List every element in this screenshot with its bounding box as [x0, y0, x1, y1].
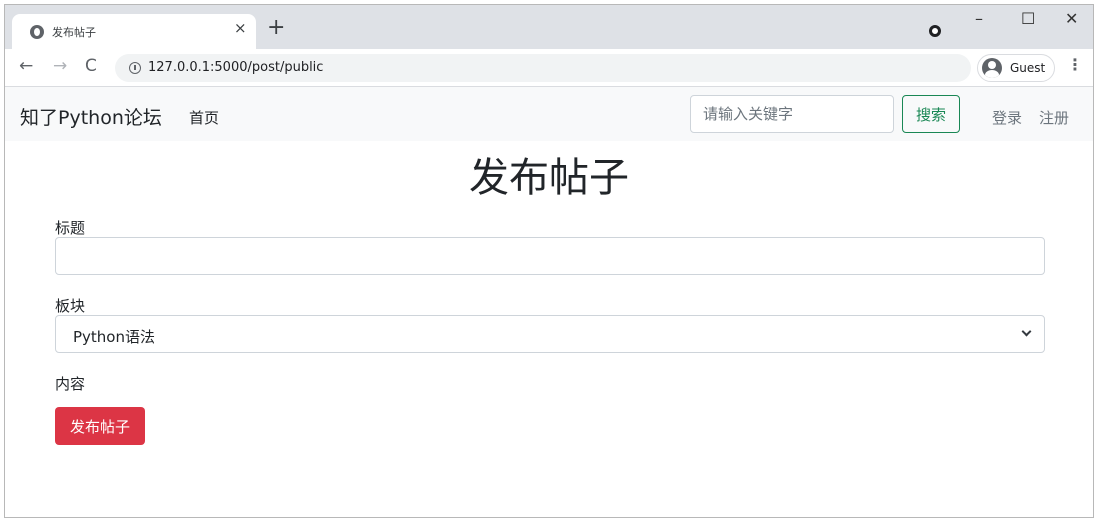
search-input[interactable]	[690, 95, 894, 133]
minimize-button[interactable]: –	[975, 11, 983, 27]
browser-window: 发布帖子 × + – ☐ ✕ ← → C 127.0.0.1:5000/post…	[4, 4, 1094, 518]
info-icon[interactable]	[129, 62, 141, 74]
search-button[interactable]: 搜索	[902, 95, 960, 133]
publish-post-button[interactable]: 发布帖子	[55, 407, 145, 445]
page-title: 发布帖子	[469, 155, 629, 201]
forward-button[interactable]: →	[53, 58, 67, 75]
title-label: 标题	[55, 219, 86, 237]
account-icon	[982, 58, 1002, 78]
board-label: 板块	[55, 297, 86, 315]
nav-home-link[interactable]: 首页	[189, 107, 219, 128]
record-icon[interactable]	[929, 25, 941, 37]
close-window-button[interactable]: ✕	[1065, 11, 1078, 27]
site-brand[interactable]: 知了Python论坛	[20, 103, 162, 130]
login-link[interactable]: 登录	[992, 107, 1022, 128]
content-label: 内容	[55, 375, 86, 393]
board-selected-value: Python语法	[73, 328, 155, 346]
url-text[interactable]: 127.0.0.1:5000/post/public	[148, 60, 323, 75]
register-link[interactable]: 注册	[1039, 107, 1069, 128]
tab-strip: 发布帖子 × + – ☐ ✕	[5, 5, 1093, 49]
profile-button[interactable]: Guest	[977, 54, 1055, 82]
chevron-down-icon	[1021, 326, 1032, 337]
title-input[interactable]	[55, 237, 1045, 275]
tab-close-icon[interactable]: ×	[234, 21, 247, 36]
reload-button[interactable]: C	[85, 58, 97, 75]
board-select[interactable]: Python语法	[55, 315, 1045, 353]
new-tab-button[interactable]: +	[267, 17, 285, 39]
address-bar[interactable]: 127.0.0.1:5000/post/public	[115, 54, 971, 82]
menu-icon[interactable]: ⋮	[1067, 57, 1083, 73]
tab-title: 发布帖子	[52, 26, 96, 39]
browser-tab[interactable]: 发布帖子 ×	[12, 14, 256, 49]
profile-label: Guest	[1010, 61, 1046, 75]
site-navbar: 知了Python论坛 首页 搜索 登录 注册	[5, 87, 1093, 141]
browser-toolbar: ← → C 127.0.0.1:5000/post/public Guest ⋮	[5, 49, 1093, 87]
back-button[interactable]: ←	[19, 58, 33, 75]
maximize-button[interactable]: ☐	[1021, 11, 1035, 27]
globe-icon	[30, 25, 44, 39]
